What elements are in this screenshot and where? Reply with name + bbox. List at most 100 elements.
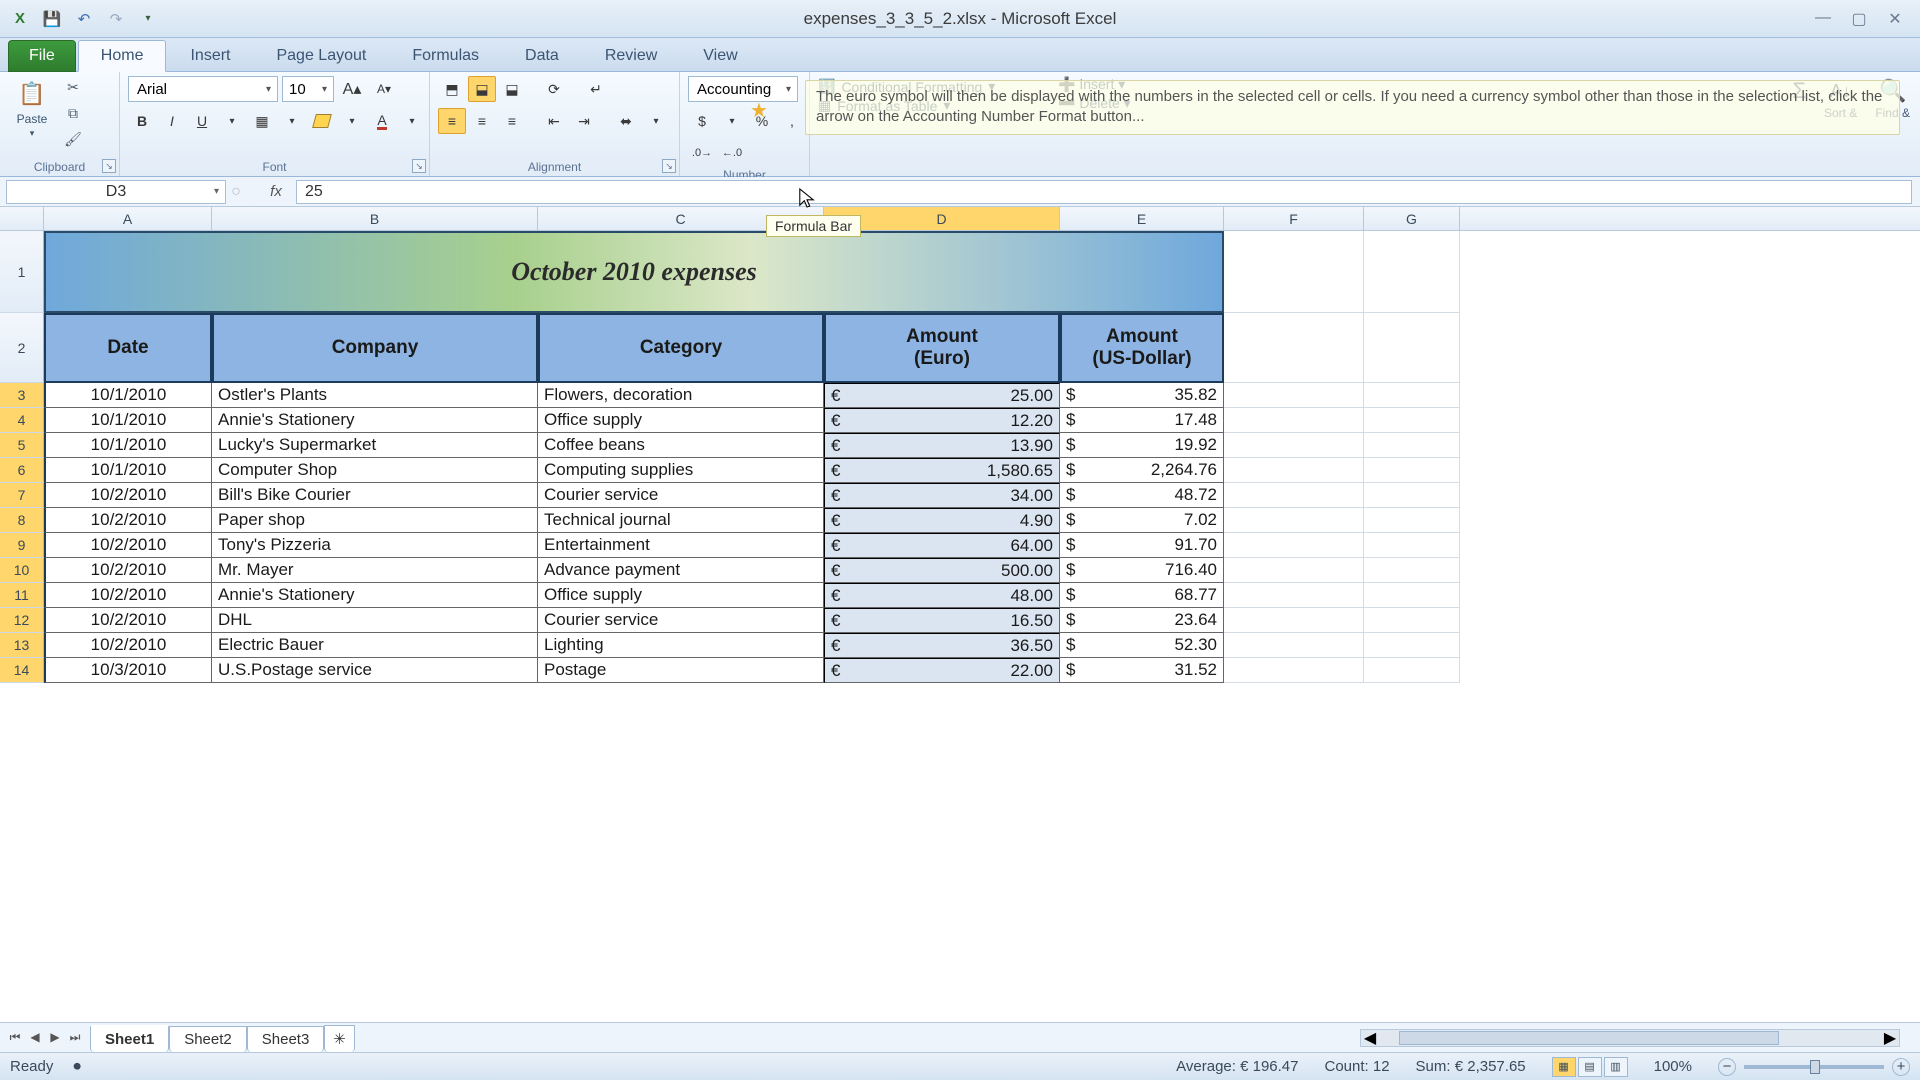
cell-company[interactable]: Annie's Stationery	[212, 583, 538, 608]
cell-category[interactable]: Entertainment	[538, 533, 824, 558]
view-page-layout-icon[interactable]: ▤	[1578, 1057, 1602, 1077]
cell-company[interactable]: Electric Bauer	[212, 633, 538, 658]
cell-date[interactable]: 10/1/2010	[44, 433, 212, 458]
align-center-icon[interactable]: ≡	[468, 108, 496, 134]
cell-date[interactable]: 10/2/2010	[44, 508, 212, 533]
tab-home[interactable]: Home	[78, 40, 167, 72]
cell-category[interactable]: Postage	[538, 658, 824, 683]
qat-customize-icon[interactable]: ▾	[134, 5, 162, 33]
increase-decimal-icon[interactable]: .0→	[688, 140, 716, 166]
cell[interactable]	[1224, 383, 1364, 408]
underline-button[interactable]: U	[188, 108, 216, 134]
row-header[interactable]: 2	[0, 313, 44, 383]
cell-amount-usd[interactable]: $31.52	[1060, 658, 1224, 683]
header-company[interactable]: Company	[212, 313, 538, 383]
cell-amount-usd[interactable]: $52.30	[1060, 633, 1224, 658]
sheet-nav-next-icon[interactable]: ▶	[46, 1030, 64, 1045]
cell-amount-usd[interactable]: $2,264.76	[1060, 458, 1224, 483]
currency-dropdown[interactable]: ▾	[718, 108, 746, 134]
column-header-A[interactable]: A	[44, 207, 212, 230]
redo-icon[interactable]: ↷	[102, 5, 130, 33]
tab-data[interactable]: Data	[503, 41, 581, 71]
cell-amount-euro[interactable]: €500.00	[824, 558, 1060, 583]
sheet-tab-2[interactable]: Sheet2	[169, 1026, 247, 1052]
cell-date[interactable]: 10/1/2010	[44, 408, 212, 433]
tab-file[interactable]: File	[8, 40, 76, 72]
cell-amount-euro[interactable]: €25.00	[824, 383, 1060, 408]
undo-icon[interactable]: ↶	[70, 5, 98, 33]
cell-company[interactable]: Bill's Bike Courier	[212, 483, 538, 508]
sheet-nav-first-icon[interactable]: ⏮	[6, 1030, 24, 1045]
cell-category[interactable]: Courier service	[538, 483, 824, 508]
font-size-select[interactable]: 10	[282, 76, 334, 102]
horizontal-scrollbar[interactable]: ◀ ▶	[1360, 1029, 1900, 1047]
column-header-E[interactable]: E	[1060, 207, 1224, 230]
cell-amount-usd[interactable]: $716.40	[1060, 558, 1224, 583]
merge-center-icon[interactable]: ⬌	[612, 108, 640, 134]
cell[interactable]	[1224, 608, 1364, 633]
row-header[interactable]: 10	[0, 558, 44, 583]
wrap-text-icon[interactable]: ↵	[582, 76, 610, 102]
cell-date[interactable]: 10/2/2010	[44, 583, 212, 608]
fx-icon[interactable]: fx	[262, 180, 290, 204]
cell-amount-usd[interactable]: $23.64	[1060, 608, 1224, 633]
cell-amount-usd[interactable]: $17.48	[1060, 408, 1224, 433]
cell-date[interactable]: 10/3/2010	[44, 658, 212, 683]
font-color-dropdown[interactable]: ▾	[398, 108, 426, 134]
cell-amount-usd[interactable]: $35.82	[1060, 383, 1224, 408]
row-header[interactable]: 7	[0, 483, 44, 508]
border-dropdown[interactable]: ▾	[278, 108, 306, 134]
font-dialog-launcher[interactable]: ↘	[412, 159, 426, 173]
cell-date[interactable]: 10/2/2010	[44, 483, 212, 508]
cell[interactable]	[1224, 633, 1364, 658]
cell-company[interactable]: Ostler's Plants	[212, 383, 538, 408]
title-cell[interactable]: October 2010 expenses	[44, 231, 1224, 313]
minimize-icon[interactable]: ―	[1812, 9, 1834, 29]
grow-font-icon[interactable]: A▴	[338, 76, 366, 102]
cell[interactable]	[1224, 231, 1364, 313]
cell[interactable]	[1364, 313, 1460, 383]
bold-button[interactable]: B	[128, 108, 156, 134]
cell-category[interactable]: Lighting	[538, 633, 824, 658]
format-as-table-button[interactable]: ▦Format as Table ▾	[818, 97, 950, 114]
shrink-font-icon[interactable]: A▾	[370, 76, 398, 102]
cell-category[interactable]: Coffee beans	[538, 433, 824, 458]
conditional-formatting-button[interactable]: 🔢Conditional Formatting ▾	[818, 78, 995, 95]
maximize-icon[interactable]: ▢	[1848, 9, 1870, 29]
cell-category[interactable]: Technical journal	[538, 508, 824, 533]
tab-formulas[interactable]: Formulas	[390, 41, 501, 71]
cell[interactable]	[1224, 658, 1364, 683]
cell-category[interactable]: Advance payment	[538, 558, 824, 583]
italic-button[interactable]: I	[158, 108, 186, 134]
align-right-icon[interactable]: ≡	[498, 108, 526, 134]
sort-filter-button[interactable]: A↓ Sort &	[1824, 78, 1857, 120]
row-header[interactable]: 11	[0, 583, 44, 608]
cell-category[interactable]: Computing supplies	[538, 458, 824, 483]
cell-amount-usd[interactable]: $68.77	[1060, 583, 1224, 608]
cell-company[interactable]: DHL	[212, 608, 538, 633]
view-normal-icon[interactable]: ▦	[1552, 1057, 1576, 1077]
row-header[interactable]: 8	[0, 508, 44, 533]
cell-company[interactable]: Computer Shop	[212, 458, 538, 483]
cell-company[interactable]: Lucky's Supermarket	[212, 433, 538, 458]
cell[interactable]	[1364, 433, 1460, 458]
tab-review[interactable]: Review	[583, 41, 679, 71]
cell[interactable]	[1364, 583, 1460, 608]
header-category[interactable]: Category	[538, 313, 824, 383]
sheet-nav-prev-icon[interactable]: ◀	[26, 1030, 44, 1045]
cell-company[interactable]: Tony's Pizzeria	[212, 533, 538, 558]
cell-category[interactable]: Office supply	[538, 408, 824, 433]
new-sheet-icon[interactable]: ✳	[324, 1025, 355, 1052]
column-header-F[interactable]: F	[1224, 207, 1364, 230]
row-header[interactable]: 1	[0, 231, 44, 313]
cell-category[interactable]: Courier service	[538, 608, 824, 633]
increase-indent-icon[interactable]: ⇥	[570, 108, 598, 134]
cell-category[interactable]: Office supply	[538, 583, 824, 608]
cell[interactable]	[1364, 608, 1460, 633]
decrease-indent-icon[interactable]: ⇤	[540, 108, 568, 134]
sheet-tab-1[interactable]: Sheet1	[90, 1025, 169, 1052]
cell-amount-euro[interactable]: €34.00	[824, 483, 1060, 508]
cell[interactable]	[1364, 533, 1460, 558]
cell-amount-usd[interactable]: $19.92	[1060, 433, 1224, 458]
alignment-dialog-launcher[interactable]: ↘	[662, 159, 676, 173]
